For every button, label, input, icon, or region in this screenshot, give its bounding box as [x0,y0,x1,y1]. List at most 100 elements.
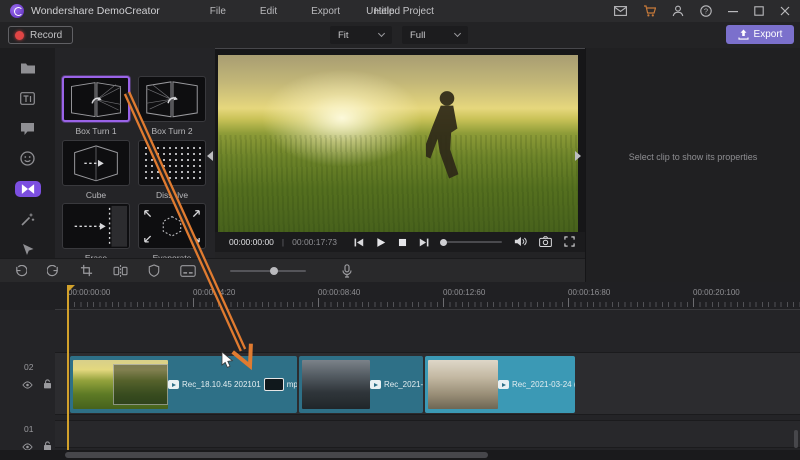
title-bar: Wondershare DemoCreator File Edit Export… [0,0,800,22]
sidebar-item-stickers[interactable] [15,151,41,167]
sidebar-item-captions[interactable] [15,121,41,137]
cart-icon[interactable] [643,5,656,17]
sidebar-item-transitions[interactable] [14,181,41,198]
horizontal-scrollbar-thumb[interactable] [65,452,488,458]
transition-tile-erase[interactable] [62,203,130,249]
volume-icon[interactable] [514,236,527,249]
timeline-ruler[interactable]: 00:00:00:00 00:00:04:20 00:00:08:40 00:0… [55,282,800,310]
ruler-timestamp: 00:00:16:80 [568,288,611,297]
box-turn-glyph-icon [71,82,121,118]
transition-bowtie-icon [21,184,34,195]
track-id: 02 [24,362,34,372]
timeline-clip-3[interactable]: Rec_2021-03-24 ( [425,356,575,413]
play-button[interactable] [375,237,386,248]
ruler-timestamp: 00:00:04:20 [193,288,236,297]
track-header-02: 02 [0,362,55,394]
action-bar: Record Fit Full Export [0,22,800,48]
ruler-timestamp: 00:00:20:100 [693,288,740,297]
microphone-button[interactable] [342,263,352,278]
record-button[interactable]: Record [8,26,74,44]
maximize-icon[interactable] [754,6,764,16]
clip-thumbnail [73,360,168,409]
previous-frame-button[interactable] [353,237,364,248]
crop-button[interactable] [80,264,93,277]
export-button[interactable]: Export [726,25,794,44]
sidebar-item-cursor[interactable] [15,242,41,258]
playhead-flag-icon [68,285,75,292]
timeline-corner [0,282,55,310]
clip-name: Rec_18.10.45 202101 [182,380,261,389]
play-badge-icon [370,380,381,389]
menu-edit[interactable]: Edit [260,6,277,17]
fit-dropdown[interactable]: Fit [330,26,392,44]
transitions-panel: Box Turn 1 Box Turn 2 Cube Dissolve Eras… [55,48,215,258]
app-name: Wondershare DemoCreator [31,5,160,17]
transition-label: Dissolve [155,190,189,200]
close-icon[interactable] [780,6,790,16]
playhead[interactable] [67,285,75,450]
clip-thumbnail [428,360,498,409]
record-dot-icon [15,30,24,40]
menu-export[interactable]: Export [311,6,340,17]
magic-wand-icon [21,213,35,226]
ruler-timestamp: 00:00:08:40 [318,288,361,297]
timeline-zoom-slider[interactable] [230,266,306,275]
timeline-clip-1[interactable]: Rec_18.10.45 202101 mp4 [70,356,297,413]
svg-text:?: ? [704,7,708,16]
transition-tile-dissolve[interactable] [138,140,206,186]
transition-label: Box Turn 1 [75,126,117,136]
track-row-02: Rec_18.10.45 202101 mp4 Rec_2021-03-2( R… [55,352,800,415]
caption-button[interactable] [180,264,196,277]
playback-controls: 00:00:00:00 | 00:00:17:73 [215,232,585,252]
minimize-icon[interactable] [728,6,738,16]
fullscreen-icon[interactable] [564,235,575,249]
dragged-transition-ghost [263,378,284,391]
vertical-scrollbar-thumb[interactable] [794,430,798,448]
transition-tile-box-turn-2[interactable] [138,76,206,122]
timeline-clip-2[interactable]: Rec_2021-03-2( [299,356,423,413]
track-lock-icon[interactable] [43,376,52,394]
sidebar-item-effects[interactable] [15,211,41,227]
help-icon[interactable]: ? [700,5,712,17]
resolution-dropdown[interactable]: Full [402,26,468,44]
undo-button[interactable] [14,264,27,277]
menu-help[interactable]: Help [374,6,395,17]
next-frame-button[interactable] [419,237,430,248]
evaporate-glyph-icon [144,210,200,243]
cube-glyph-icon [74,145,118,182]
transition-tile-cube[interactable] [62,140,130,186]
properties-placeholder: Select clip to show its properties [628,152,758,162]
sidebar-item-media[interactable] [15,60,41,76]
collapse-right-panel-icon[interactable] [575,151,581,161]
play-badge-icon [498,380,509,389]
seek-handle[interactable] [440,238,448,246]
dissolve-dots-icon [143,145,201,181]
text-icon [20,92,35,105]
chevron-down-icon [453,29,462,38]
preview-panel: 00:00:00:00 | 00:00:17:73 [207,48,585,252]
snapshot-camera-icon[interactable] [539,235,552,249]
track-visibility-eye-icon[interactable] [22,376,33,394]
clip-name: Rec_2021-03-24 ( [512,380,575,389]
denoise-shield-button[interactable] [148,264,160,277]
account-icon[interactable] [672,5,684,17]
split-button[interactable] [113,264,128,277]
transition-tile-box-turn-1[interactable] [62,76,130,122]
menu-file[interactable]: File [210,6,226,17]
sidebar-item-text[interactable] [15,90,41,106]
cursor-effects-icon [22,244,33,256]
stop-button[interactable] [397,237,408,248]
grass-texture [218,135,578,233]
preview-seek-bar[interactable] [440,238,503,246]
track-row-01 [55,420,800,448]
zoom-slider-handle[interactable] [269,266,278,275]
collapse-left-panel-icon[interactable] [207,151,213,161]
chevron-down-icon [377,29,386,38]
transition-tile-evaporate[interactable] [138,203,206,249]
erase-glyph-icon [74,205,128,247]
folder-icon [20,63,35,74]
redo-button[interactable] [47,264,60,277]
timeline-area: 00:00:00:00 00:00:04:20 00:00:08:40 00:0… [0,282,800,460]
mail-icon[interactable] [614,6,627,16]
properties-panel: Select clip to show its properties [585,48,800,282]
